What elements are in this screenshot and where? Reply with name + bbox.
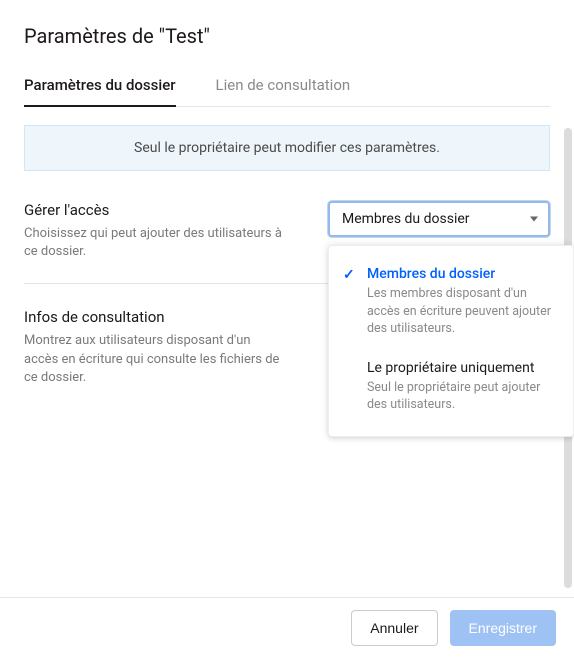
section-title: Infos de consultation [24, 308, 284, 326]
tab-label: Paramètres du dossier [24, 76, 176, 94]
option-title: Membres du dossier [367, 266, 555, 282]
access-select-wrap: Membres du dossier ✓ Membres du dossier … [328, 201, 550, 237]
cancel-button[interactable]: Annuler [351, 610, 437, 646]
option-folder-members[interactable]: ✓ Membres du dossier Les membres disposa… [329, 256, 573, 350]
tab-view-link[interactable]: Lien de consultation [216, 76, 351, 106]
option-desc: Seul le propriétaire peut ajouter des ut… [367, 379, 555, 414]
tab-label: Lien de consultation [216, 76, 351, 94]
tab-folder-settings[interactable]: Paramètres du dossier [24, 76, 176, 106]
check-icon: ✓ [343, 267, 355, 283]
select-value: Membres du dossier [342, 211, 470, 227]
section-desc: Montrez aux utilisateurs disposant d'un … [24, 332, 284, 387]
tabs: Paramètres du dossier Lien de consultati… [24, 76, 550, 107]
modal-footer: Annuler Enregistrer [0, 597, 574, 657]
option-title: Le propriétaire uniquement [367, 360, 555, 376]
option-owner-only[interactable]: Le propriétaire uniquement Seul le propr… [329, 350, 573, 426]
section-text: Gérer l'accès Choisissez qui peut ajoute… [24, 201, 284, 261]
access-select[interactable]: Membres du dossier [328, 201, 550, 237]
page-title: Paramètres de "Test" [24, 24, 550, 48]
section-text: Infos de consultation Montrez aux utilis… [24, 308, 284, 387]
section-desc: Choisissez qui peut ajouter des utilisat… [24, 225, 284, 261]
option-desc: Les membres disposant d'un accès en écri… [367, 285, 555, 338]
section-title: Gérer l'accès [24, 201, 284, 219]
access-dropdown: ✓ Membres du dossier Les membres disposa… [328, 245, 574, 437]
settings-modal: Paramètres de "Test" Paramètres du dossi… [0, 0, 574, 597]
save-button[interactable]: Enregistrer [450, 610, 556, 646]
chevron-down-icon [530, 217, 538, 222]
section-manage-access: Gérer l'accès Choisissez qui peut ajoute… [24, 197, 550, 284]
owner-notice: Seul le propriétaire peut modifier ces p… [24, 125, 550, 171]
